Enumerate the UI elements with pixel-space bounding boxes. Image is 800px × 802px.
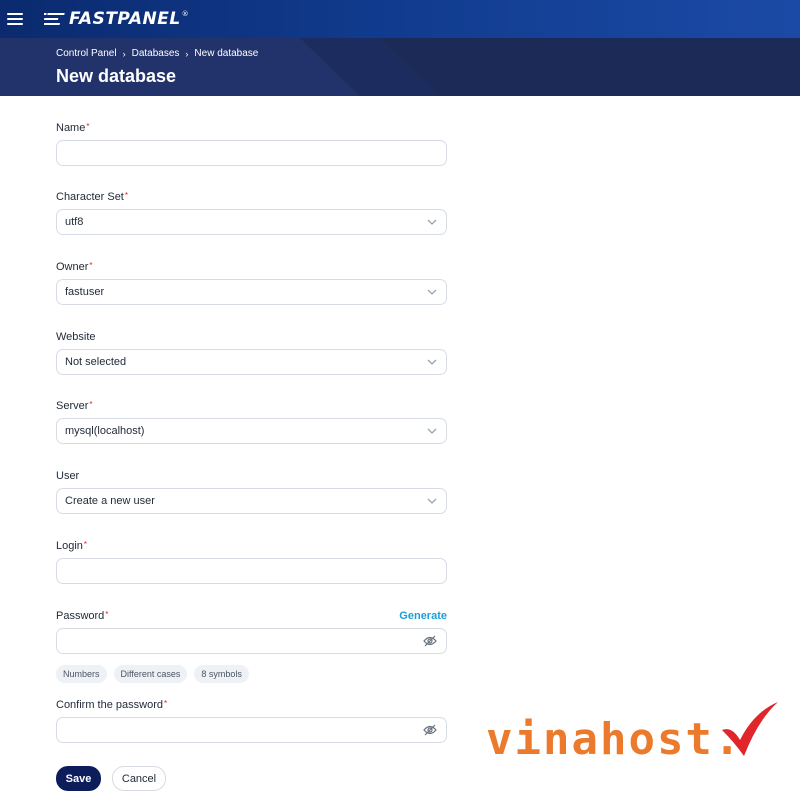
charset-label: Character Set* [56,191,128,203]
required-mark: * [86,122,90,131]
password-hint-length: 8 symbols [194,665,249,683]
name-label: Name* [56,122,89,134]
vinahost-watermark: vinahost. [486,700,780,766]
required-mark: * [83,540,88,549]
chevron-down-icon [427,359,437,365]
owner-select[interactable]: fastuser [56,279,447,305]
cancel-button[interactable]: Cancel [112,766,166,791]
name-label-text: Name [56,122,86,134]
charset-select-value: utf8 [65,216,84,228]
chevron-down-icon [427,498,437,504]
website-label: Website [56,331,96,343]
server-select-value: mysql(localhost) [65,425,145,437]
page-title: New database [56,66,177,86]
breadcrumb-separator: › [185,48,189,59]
breadcrumb: Control Panel › Databases › New database [56,48,258,59]
server-select[interactable]: mysql(localhost) [56,418,447,444]
page-header: Control Panel › Databases › New database… [0,38,800,96]
password-input[interactable] [56,628,447,654]
name-input[interactable] [56,140,447,166]
logo-text: FASTPANEL [69,9,181,29]
owner-label-text: Owner [56,261,89,273]
breadcrumb-item-databases[interactable]: Databases [132,48,180,59]
eye-off-icon[interactable] [423,724,437,736]
logo-registered-mark: ® [181,10,189,18]
confirm-password-label: Confirm the password* [56,699,167,711]
login-label-text: Login [56,540,83,552]
generate-password-link[interactable]: Generate [399,610,447,622]
eye-off-icon[interactable] [423,635,437,647]
password-hint-numbers: Numbers [56,665,107,683]
required-mark: * [105,610,109,619]
fastpanel-logo-icon [44,13,65,25]
confirm-password-label-text: Confirm the password [56,699,163,711]
watermark-text: vinahost. [486,714,743,765]
password-requirements: Numbers Different cases 8 symbols [56,665,249,683]
breadcrumb-item-current: New database [194,48,259,59]
user-select-value: Create a new user [65,495,155,507]
website-select[interactable]: Not selected [56,349,447,375]
chevron-down-icon [427,428,437,434]
hamburger-icon[interactable] [7,13,23,25]
save-button[interactable]: Save [56,766,101,791]
password-label-text: Password [56,610,105,622]
required-mark: * [124,191,128,200]
owner-select-value: fastuser [65,286,105,298]
website-label-text: Website [56,331,96,343]
charset-select[interactable]: utf8 [56,209,447,235]
confirm-password-input[interactable] [56,717,447,743]
required-mark: * [89,261,93,270]
user-select[interactable]: Create a new user [56,488,447,514]
login-input[interactable] [56,558,447,584]
breadcrumb-separator: › [122,48,126,59]
server-label: Server* [56,400,93,412]
server-label-text: Server [56,400,89,412]
charset-label-text: Character Set [56,191,124,203]
breadcrumb-item-control-panel[interactable]: Control Panel [56,48,117,59]
owner-label: Owner* [56,261,93,273]
top-bar: FASTPANEL ® [0,0,800,38]
required-mark: * [164,699,168,708]
website-select-value: Not selected [65,356,127,368]
password-label: Password* [56,610,108,622]
user-label: User [56,470,79,482]
app-logo[interactable]: FASTPANEL ® [44,9,189,29]
chevron-down-icon [427,219,437,225]
password-hint-cases: Different cases [113,665,188,683]
chevron-down-icon [427,289,437,295]
user-label-text: User [56,470,80,482]
required-mark: * [89,400,93,409]
login-label: Login* [56,540,87,552]
checkmark-icon [722,702,778,756]
